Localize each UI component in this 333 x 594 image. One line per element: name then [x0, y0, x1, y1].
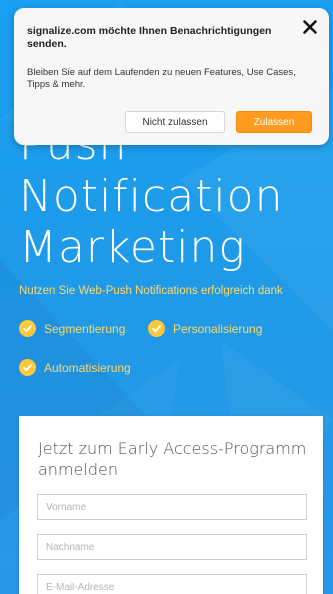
allow-button[interactable]: Zulassen	[236, 111, 312, 133]
feature-label: Segmentierung	[44, 321, 126, 336]
email-input[interactable]	[37, 574, 307, 594]
check-circle-icon	[148, 320, 165, 337]
feature-item-automatisierung: Automatisierung	[19, 359, 131, 376]
feature-item-segmentierung: Segmentierung	[19, 320, 125, 337]
last-name-input[interactable]	[37, 534, 307, 560]
notification-permission-popup: signalize.com möchte Ihnen Benachrichtig…	[14, 8, 329, 145]
landing-page: Push Notification Marketing Nutzen Sie W…	[0, 0, 333, 594]
hero-title-line-2: Notification	[19, 171, 284, 222]
close-icon[interactable]	[301, 18, 319, 36]
check-circle-icon	[19, 320, 36, 337]
popup-title: signalize.com möchte Ihnen Benachrichtig…	[27, 25, 272, 50]
popup-body: Bleiben Sie auf dem Laufenden zu neuen F…	[27, 67, 296, 90]
form-title: Jetzt zum Early Access-Programm anmelden	[38, 439, 307, 479]
first-name-input[interactable]	[37, 494, 307, 520]
feature-item-personalisierung: Personalisierung	[148, 320, 262, 337]
hero-subtitle: Nutzen Sie Web-Push Notifications erfolg…	[19, 285, 283, 297]
check-circle-icon	[19, 359, 36, 376]
hero-title-line-3: Marketing	[19, 222, 246, 273]
signup-form-card: Jetzt zum Early Access-Programm anmelden	[19, 416, 323, 594]
deny-button[interactable]: Nicht zulassen	[125, 111, 225, 133]
feature-label: Automatisierung	[44, 360, 131, 375]
feature-label: Personalisierung	[173, 321, 263, 336]
